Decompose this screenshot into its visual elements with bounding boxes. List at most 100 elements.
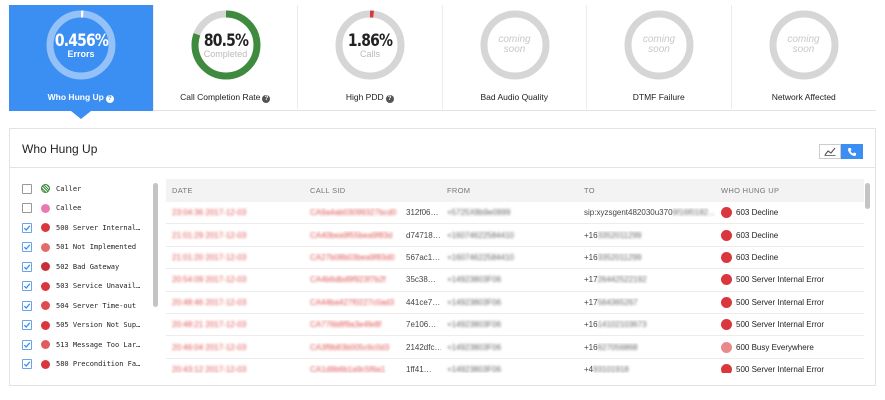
metric-value: 80.5%	[203, 31, 248, 51]
hangup-cause-dot	[721, 319, 732, 331]
legend-checkbox[interactable]	[22, 339, 32, 350]
hangup-cause-text: 603 Decline	[736, 230, 779, 240]
date-cell: 21:01:29 2017-12-03	[172, 230, 247, 240]
line-chart-view-button[interactable]	[819, 144, 841, 159]
column-header[interactable]: FROM	[441, 186, 578, 195]
table-row[interactable]: 21:01:29 2017-12-03 CA40bea9f55bea9f83d d7…	[166, 224, 864, 247]
legend-checkbox[interactable]	[22, 300, 32, 311]
legend-color-dot	[41, 203, 50, 213]
table-row[interactable]: 20:48:21 2017-12-03 CA776b8f9a3e4fe8f 7e10…	[166, 314, 864, 337]
hangup-cause-dot	[721, 341, 732, 353]
hangup-cause-text: 603 Decline	[736, 252, 779, 262]
metric-label: Who Hung Up?	[9, 92, 153, 103]
legend-label: 513 Message Too Lar…	[56, 340, 141, 349]
hangup-cause-text: 500 Server Internal Error	[736, 297, 825, 307]
help-icon[interactable]: ?	[105, 95, 114, 103]
legend-item[interactable]: 505 Version Not Sup…	[22, 316, 150, 336]
who-hung-up-cell: 500 Server Internal Error	[715, 274, 864, 286]
table-row[interactable]: 21:01:20 2017-12-03 CA27b08b03bea9f83d0 56…	[166, 247, 864, 270]
call-sid-cell[interactable]: CA9a4ab03099327bcd0 312f06…	[304, 208, 441, 217]
call-sid-cell[interactable]: CA40bea9f55bea9f83d d74718…	[304, 231, 441, 240]
to-redacted: 14102103673	[597, 320, 647, 330]
phone-list-view-button[interactable]	[841, 144, 863, 159]
call-sid-cell[interactable]: CA3f9b83b005c6c0d3 2142dfc…	[304, 343, 441, 352]
hangup-cause-text: 500 Server Internal Error	[736, 320, 825, 330]
call-sid-cell[interactable]: CA44ba427f0227c0ad3 441ce7…	[304, 298, 441, 307]
legend-color-dot	[41, 281, 50, 291]
metric-label-text: DTMF Failure	[632, 92, 685, 102]
to-prefix: +16	[584, 230, 598, 240]
gauge-text: 0.456% Errors	[45, 9, 117, 81]
legend-scrollbar[interactable]	[153, 183, 158, 307]
call-sid-redacted: CA1d9b6b1a9c5f6a1	[310, 364, 386, 373]
checkmark-icon	[23, 322, 31, 329]
metrics-bar: 0.456% Errors Who Hung Up? 80.5% Completed Ca…	[9, 5, 876, 119]
legend-item[interactable]: 580 Precondition Fa…	[22, 355, 150, 374]
from-cell: +16074622584410	[447, 230, 514, 240]
legend-item[interactable]: 504 Server Time-out	[22, 296, 150, 316]
to-cell: +17 564365267	[578, 298, 715, 307]
table-header: DATE CALL SID FROM TO WHO HUNG UP	[166, 179, 864, 202]
call-sid-cell[interactable]: CA4b6dbd9f923f7b2f 35c38…	[304, 275, 441, 284]
metric-card-who-hung-up[interactable]: 0.456% Errors Who Hung Up?	[9, 5, 154, 119]
legend-item[interactable]: 500 Server Internal…	[22, 218, 150, 238]
to-cell: +16 14102103673	[578, 320, 715, 329]
hangup-cause-dot	[721, 274, 732, 286]
metric-card-dtmf[interactable]: coming soon DTMF Failure	[587, 5, 732, 109]
to-prefix: +17	[584, 275, 598, 285]
legend-checkbox[interactable]	[22, 261, 32, 272]
column-header[interactable]: DATE	[166, 186, 304, 195]
legend-label: Caller	[56, 184, 82, 193]
table-row[interactable]: 20:43:12 2017-12-03 CA1d9b6b1a9c5f6a1 1ff4…	[166, 359, 864, 373]
legend-color-dot	[41, 262, 50, 272]
legend-item[interactable]: 501 Not Implemented	[22, 238, 150, 258]
legend-item[interactable]: Caller	[22, 179, 150, 199]
metric-card-call-completion[interactable]: 80.5% Completed Call Completion Rate?	[153, 5, 298, 109]
who-hung-up-cell: 603 Decline	[715, 229, 864, 241]
table-row[interactable]: 20:48:46 2017-12-03 CA44ba427f0227c0ad3 44…	[166, 292, 864, 314]
call-sid-redacted: CA4b6dbd9f923f7b2f	[310, 275, 386, 285]
help-icon[interactable]: ?	[262, 95, 271, 103]
table-row[interactable]: 20:54:09 2017-12-03 CA4b6dbd9f923f7b2f 35c…	[166, 269, 864, 292]
legend-checkbox[interactable]	[22, 359, 32, 370]
call-sid-suffix: 1ff41…	[406, 364, 432, 373]
legend-item[interactable]: 503 Service Unavail…	[22, 277, 150, 297]
legend-label: Callee	[56, 204, 82, 213]
call-sid-cell[interactable]: CA1d9b6b1a9c5f6a1 1ff41…	[304, 365, 441, 373]
metric-label: DTMF Failure	[587, 92, 731, 102]
to-redacted: 564365267	[597, 297, 638, 307]
column-header[interactable]: TO	[578, 186, 715, 195]
legend-checkbox[interactable]	[22, 242, 32, 253]
metric-card-network[interactable]: coming soon Network Affected	[731, 5, 876, 109]
call-sid-cell[interactable]: CA776b8f9a3e4fe8f 7e106…	[304, 320, 441, 329]
column-header[interactable]: CALL SID	[304, 186, 441, 195]
checkmark-icon	[23, 342, 31, 348]
legend-label: 500 Server Internal…	[56, 223, 141, 232]
metric-card-bad-audio[interactable]: coming soon Bad Audio Quality	[442, 5, 587, 109]
to-prefix: +16	[584, 252, 598, 262]
legend-checkbox[interactable]	[22, 183, 32, 194]
metric-card-high-pdd[interactable]: 1.86% Calls High PDD?	[298, 5, 443, 109]
legend-item[interactable]: 502 Bad Gateway	[22, 257, 150, 277]
legend-checkbox[interactable]	[22, 222, 32, 233]
legend-color-dot	[41, 359, 50, 369]
metric-label: Bad Audio Quality	[443, 92, 587, 102]
hangup-cause-legend: Caller Callee 500 Server Internal… 501 Not …	[22, 179, 150, 373]
legend-color-dot	[41, 242, 50, 252]
legend-checkbox[interactable]	[22, 320, 32, 331]
coming-soon-text: coming soon	[787, 34, 820, 55]
legend-checkbox[interactable]	[22, 281, 32, 292]
table-scrollbar[interactable]	[865, 183, 870, 209]
legend-checkbox[interactable]	[22, 203, 32, 214]
help-icon[interactable]: ?	[385, 95, 394, 103]
legend-item[interactable]: Callee	[22, 199, 150, 219]
legend-item[interactable]: 513 Message Too Lar…	[22, 335, 150, 355]
call-sid-cell[interactable]: CA27b08b03bea9f83d0 567ac1…	[304, 253, 441, 262]
call-sid-redacted: CA27b08b03bea9f83d0	[310, 252, 395, 262]
table-row[interactable]: 23:04:36 2017-12-03 CA9a4ab03099327bcd0 31…	[166, 202, 864, 225]
calls-table: DATE CALL SID FROM TO WHO HUNG UP 23:04:36 2…	[166, 179, 864, 373]
to-cell: +4 93101918	[578, 365, 715, 373]
table-row[interactable]: 20:46:04 2017-12-03 CA3f9b83b005c6c0d3 214…	[166, 336, 864, 359]
column-header[interactable]: WHO HUNG UP	[715, 186, 864, 195]
hangup-cause-dot	[721, 363, 732, 373]
